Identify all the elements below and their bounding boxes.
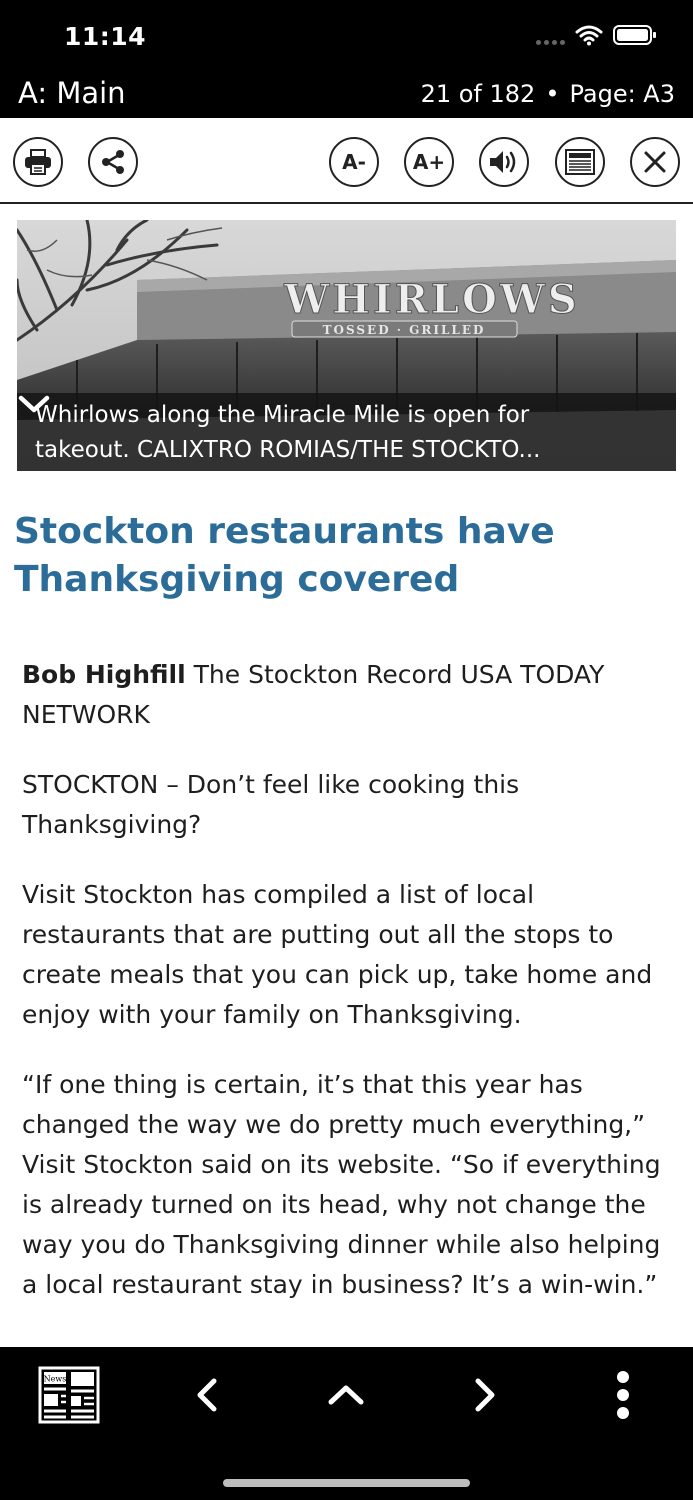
status-icons	[536, 24, 657, 46]
font-decrease-button[interactable]: A-	[329, 137, 379, 187]
svg-text:WHIRLOWS: WHIRLOWS	[283, 276, 579, 323]
chevron-down-icon[interactable]	[17, 393, 51, 415]
page-indicator: 21 of 182 • Page: A3	[421, 80, 675, 108]
more-vertical-icon	[617, 1371, 629, 1419]
page-label: Page: A3	[569, 80, 675, 108]
svg-text:TOSSED · GRILLED: TOSSED · GRILLED	[323, 323, 486, 337]
article-photo[interactable]: WHIRLOWS TOSSED · GRILLED Whirlows along…	[17, 220, 676, 471]
home-indicator[interactable]	[223, 1479, 470, 1487]
battery-icon	[613, 25, 656, 45]
printer-icon	[25, 149, 51, 175]
paragraph: STOCKTON – Don’t feel like cooking this …	[22, 770, 520, 839]
font-decrease-label: A-	[342, 150, 366, 174]
share-icon	[102, 150, 124, 174]
status-time: 11:14	[64, 22, 147, 51]
article-headline: Stockton restaurants have Thanksgiving c…	[14, 508, 674, 604]
close-icon	[644, 151, 666, 173]
newspaper-button[interactable]: News	[34, 1365, 104, 1425]
close-button[interactable]	[630, 137, 680, 187]
newspaper-icon	[565, 149, 595, 175]
previous-article-button[interactable]	[172, 1365, 242, 1425]
top-bar: 11:14 A: Main 21 of 182 • Page: A3	[0, 0, 693, 118]
page-view-button[interactable]	[555, 137, 605, 187]
article-body: Bob Highfill The Stockton Record USA TOD…	[22, 655, 672, 1335]
paragraph: Visit Stockton has compiled a list of lo…	[22, 880, 653, 1029]
byline-author: Bob Highfill	[22, 660, 186, 689]
svg-text:News: News	[44, 1375, 67, 1384]
byline: Bob Highfill The Stockton Record USA TOD…	[22, 655, 672, 735]
share-button[interactable]	[88, 137, 138, 187]
photo-caption[interactable]: Whirlows along the Miracle Mile is open …	[17, 393, 676, 471]
audio-button[interactable]	[479, 137, 529, 187]
article-position: 21 of 182	[420, 80, 536, 108]
chevron-up-icon	[328, 1385, 364, 1405]
newspaper-icon: News	[38, 1366, 100, 1424]
chevron-right-icon	[475, 1378, 495, 1412]
toolbar: A- A+	[0, 118, 693, 204]
separator-dot: •	[545, 80, 560, 108]
font-increase-label: A+	[412, 150, 446, 174]
caption-line-2: takeout. CALIXTRO ROMIAS/THE STOCKTO...	[35, 437, 541, 463]
headline-line-2: Thanksgiving covered	[14, 559, 460, 600]
font-increase-button[interactable]: A+	[404, 137, 454, 187]
wifi-icon	[575, 25, 603, 46]
up-button[interactable]	[311, 1365, 381, 1425]
paragraph: “If one thing is certain, it’s that this…	[22, 1070, 661, 1299]
more-button[interactable]	[588, 1365, 658, 1425]
print-button[interactable]	[13, 137, 63, 187]
section-title: A: Main	[18, 76, 126, 110]
bottom-navigation: News	[0, 1347, 693, 1500]
headline-line-1: Stockton restaurants have	[14, 511, 555, 552]
caption-line-1: Whirlows along the Miracle Mile is open …	[35, 402, 530, 428]
cellular-signal-icon	[536, 25, 565, 45]
chevron-left-icon	[197, 1378, 217, 1412]
speaker-icon	[490, 151, 516, 173]
next-article-button[interactable]	[450, 1365, 520, 1425]
